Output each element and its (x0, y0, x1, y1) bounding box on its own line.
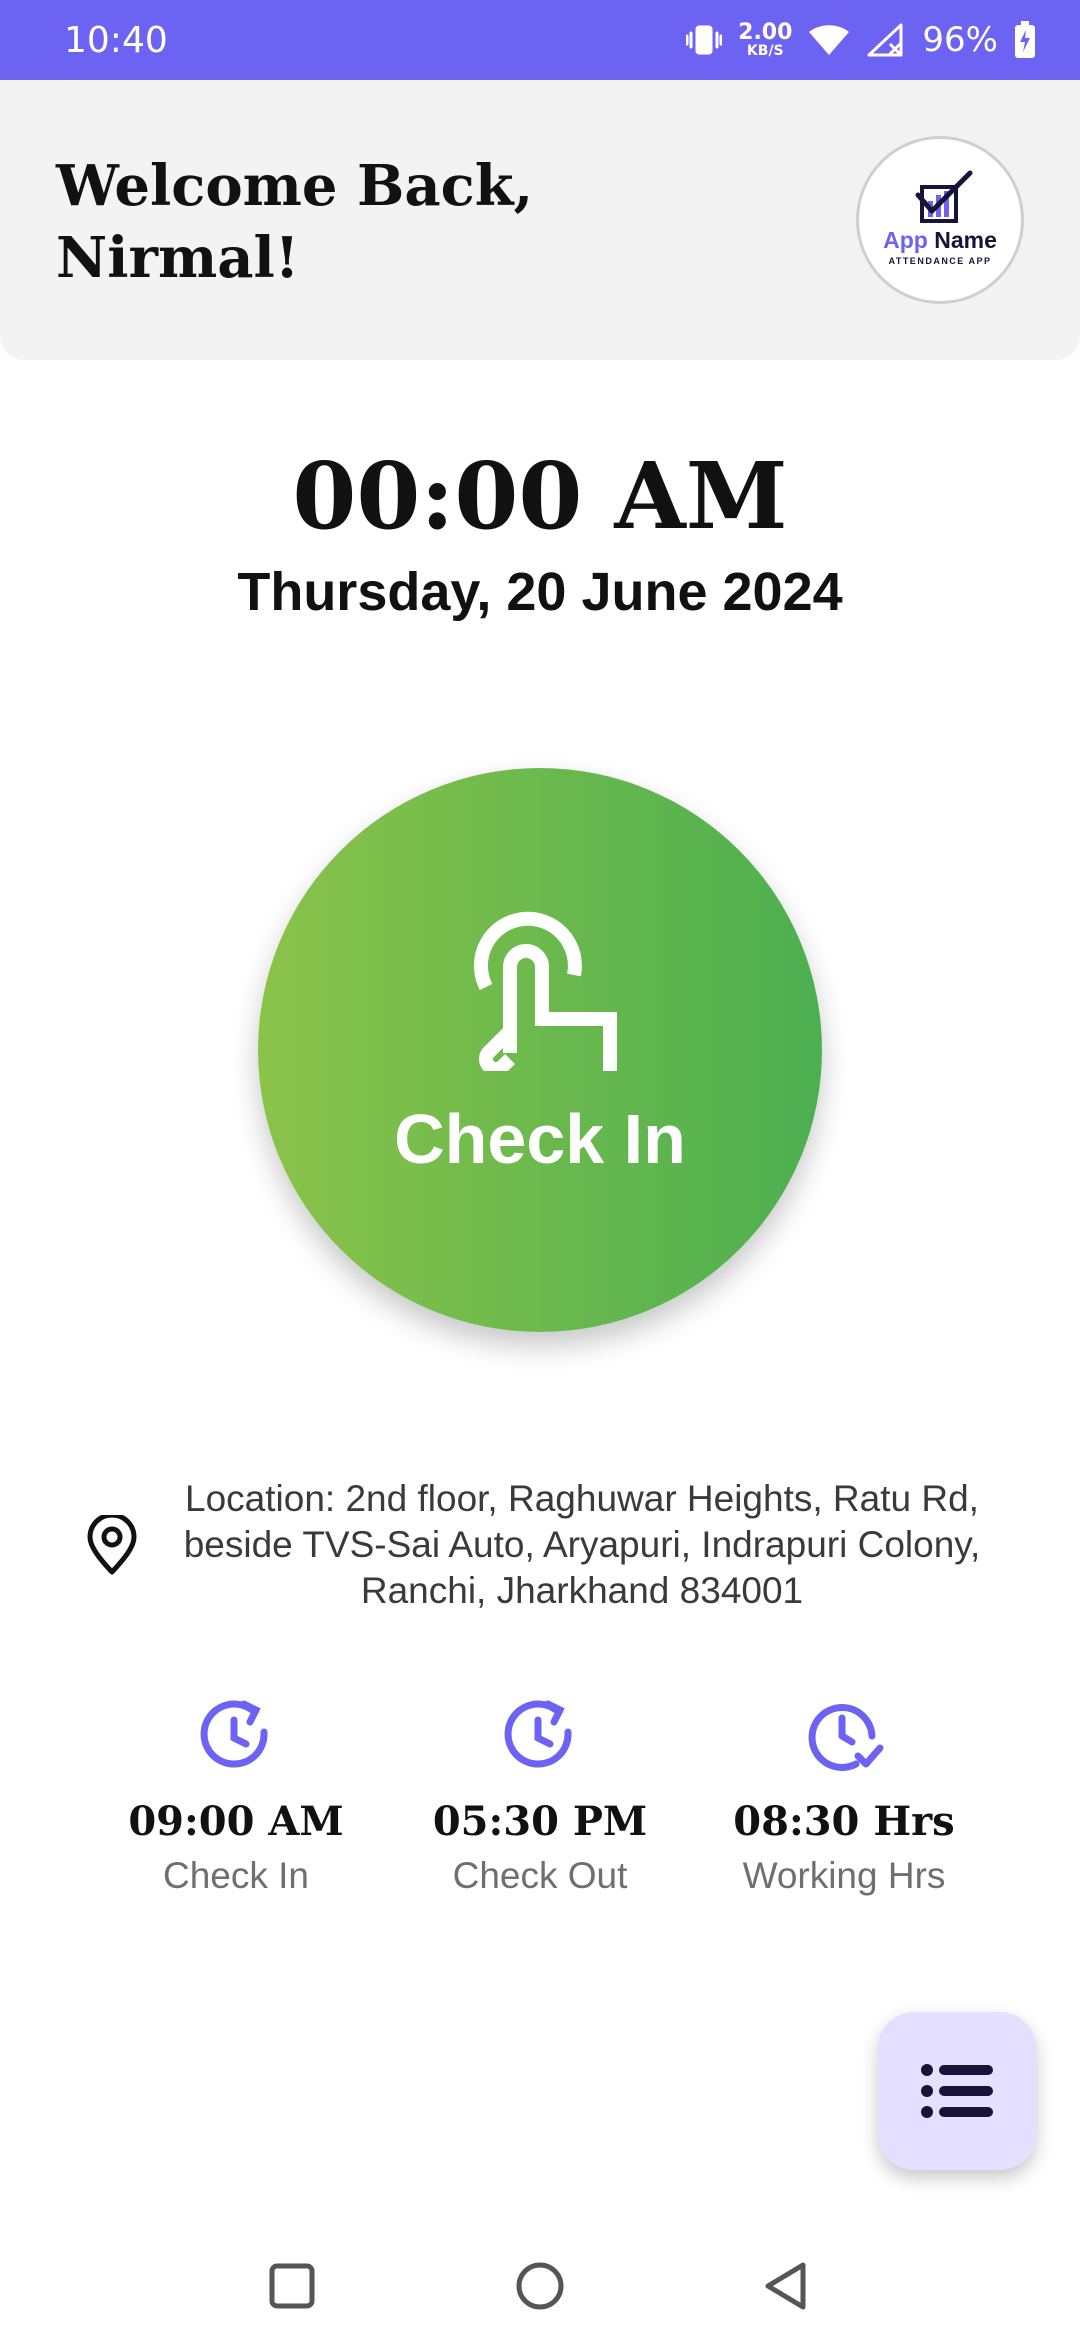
menu-fab-button[interactable] (878, 2012, 1036, 2170)
stat-check-out: 05:30 PM Check Out (390, 1696, 690, 1897)
stat-working-hours-value: 08:30 Hrs (733, 1798, 955, 1845)
welcome-user-name: Nirmal! (56, 225, 300, 291)
stat-working-hours-label: Working Hrs (742, 1855, 946, 1896)
home-circle-icon (516, 2262, 564, 2310)
recents-square-icon (269, 2263, 315, 2309)
battery-percentage: 96% (922, 20, 998, 60)
net-speed-unit: KB/S (746, 43, 784, 59)
clock-check-out-icon (390, 1696, 690, 1776)
logo-subtitle: ATTENDANCE APP (888, 255, 992, 266)
system-nav-bar (0, 2220, 1080, 2340)
back-triangle-icon (765, 2262, 806, 2310)
tap-hand-icon (473, 911, 617, 1071)
logo-app-word: App (883, 226, 928, 253)
status-icons: 2.00 KB/S 96% (686, 20, 1036, 60)
wifi-icon (808, 23, 850, 57)
location-pin-icon (80, 1515, 144, 1575)
stat-check-out-label: Check Out (452, 1855, 628, 1896)
stat-check-in-label: Check In (162, 1855, 309, 1896)
vibrate-icon (686, 22, 723, 58)
status-time: 10:40 (64, 19, 168, 61)
clock-check-in-icon (86, 1696, 386, 1776)
list-icon (921, 2064, 993, 2118)
location-line-2: beside TVS-Sai Auto, Aryapuri, Indrapuri… (183, 1524, 981, 1565)
recents-button[interactable] (262, 2256, 322, 2316)
stat-check-in-value: 09:00 AM (128, 1798, 344, 1845)
current-time: 00:00 AM (292, 442, 788, 550)
stat-check-out-value: 05:30 PM (432, 1798, 648, 1845)
signal-icon (866, 22, 906, 58)
stat-check-in: 09:00 AM Check In (86, 1696, 386, 1897)
location-line-1: Location: 2nd floor, Raghuwar Heights, R… (185, 1478, 979, 1519)
check-in-label: Check In (394, 1100, 686, 1178)
location-line-3: Ranchi, Jharkhand 834001 (360, 1570, 804, 1611)
home-button[interactable] (510, 2256, 570, 2316)
logo-name-word: Name (934, 226, 997, 253)
attendance-stats: 09:00 AM Check In 05:30 PM Check Out 08:… (0, 1696, 1080, 1916)
net-speed: 2.00 KB/S (738, 20, 793, 59)
location-address: Location: 2nd floor, Raghuwar Heights, R… (144, 1476, 1020, 1614)
welcome-heading: Welcome Back, Nirmal! (56, 150, 656, 294)
logo-chart-icon (915, 170, 973, 223)
header-card: Welcome Back, Nirmal! App Name ATTENDANC… (0, 80, 1080, 360)
stat-working-hours: 08:30 Hrs Working Hrs (694, 1696, 994, 1897)
welcome-line-1: Welcome Back, (56, 153, 534, 219)
clock-check-icon (694, 1696, 994, 1776)
battery-charging-icon (1014, 21, 1036, 59)
app-logo[interactable]: App Name ATTENDANCE APP (856, 136, 1024, 304)
location-info: Location: 2nd floor, Raghuwar Heights, R… (80, 1476, 1020, 1614)
status-bar: 10:40 2.00 KB/S 96% (0, 0, 1080, 80)
check-in-button[interactable]: Check In (258, 768, 822, 1332)
logo-app-name: App Name (883, 226, 997, 253)
net-speed-value: 2.00 (738, 20, 793, 45)
current-date: Thursday, 20 June 2024 (237, 562, 843, 622)
back-button[interactable] (756, 2256, 816, 2316)
